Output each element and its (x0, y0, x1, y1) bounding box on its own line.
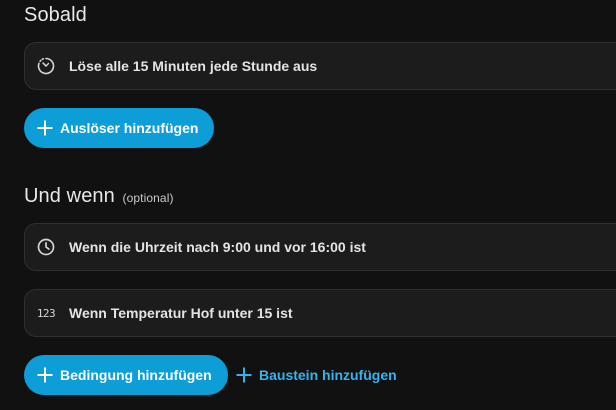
section-title-conditions: Und wenn (optional) (24, 185, 174, 208)
plus-icon (36, 119, 54, 137)
condition-label: Wenn die Uhrzeit nach 9:00 und vor 16:00… (69, 239, 366, 255)
optional-hint: (optional) (122, 191, 174, 205)
add-trigger-label: Auslöser hinzufügen (60, 120, 199, 136)
clock-icon (35, 236, 57, 258)
plus-icon (235, 366, 253, 384)
plus-icon (36, 366, 54, 384)
condition-card-time[interactable]: Wenn die Uhrzeit nach 9:00 und vor 16:00… (24, 223, 616, 271)
automation-editor: Sobald Löse alle 15 Minuten jede Stunde … (0, 0, 616, 410)
trigger-label: Löse alle 15 Minuten jede Stunde aus (69, 58, 318, 74)
timer-pattern-icon (35, 55, 57, 77)
numeric-icon: 123 (36, 306, 56, 320)
add-building-block-button[interactable]: Baustein hinzufügen (235, 355, 397, 395)
section-title-text: Und wenn (24, 185, 115, 207)
condition-label: Wenn Temperatur Hof unter 15 ist (69, 305, 293, 321)
trigger-card-time-pattern[interactable]: Löse alle 15 Minuten jede Stunde aus (24, 42, 616, 90)
section-title-triggers: Sobald (24, 4, 87, 27)
condition-card-numeric-state[interactable]: 123 Wenn Temperatur Hof unter 15 ist (24, 289, 616, 337)
add-trigger-button[interactable]: Auslöser hinzufügen (24, 108, 215, 148)
section-title-text: Sobald (24, 4, 87, 26)
add-condition-button[interactable]: Bedingung hinzufügen (24, 355, 228, 395)
add-building-block-label: Baustein hinzufügen (259, 367, 397, 383)
add-condition-label: Bedingung hinzufügen (60, 367, 212, 383)
